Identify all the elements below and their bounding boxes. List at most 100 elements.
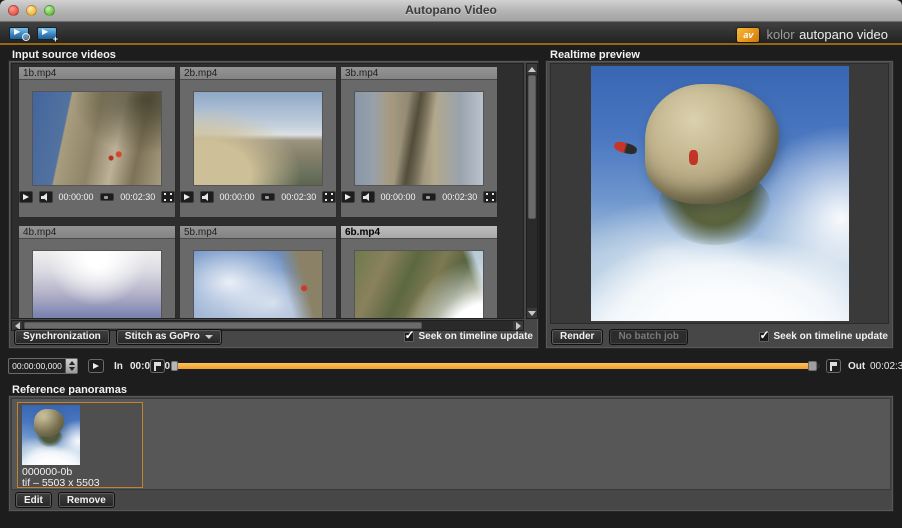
fullscreen-button[interactable] bbox=[322, 191, 336, 203]
set-in-point-button[interactable] bbox=[150, 359, 165, 373]
out-time: 00:02:30 bbox=[870, 361, 902, 372]
current-timecode: 00:00:00,000 bbox=[9, 359, 65, 373]
video-end-time: 00:02:30 bbox=[442, 192, 477, 202]
edit-button[interactable]: Edit bbox=[15, 492, 52, 508]
out-label: Out bbox=[848, 361, 865, 372]
input-source-panel: 1b.mp4 00:00:00 00:02:30 2b.mp4 00:0 bbox=[8, 60, 539, 349]
reference-thumbnail bbox=[22, 405, 80, 465]
seek-checkbox-label: Seek on timeline update bbox=[419, 331, 533, 342]
remove-button[interactable]: Remove bbox=[58, 492, 115, 508]
seek-mini-slider[interactable] bbox=[100, 193, 115, 201]
video-cell-3b[interactable]: 3b.mp4 00:00:00 00:02:30 bbox=[340, 66, 498, 218]
video-thumbnail bbox=[193, 91, 323, 186]
fullscreen-icon bbox=[164, 193, 172, 201]
play-icon bbox=[93, 363, 99, 369]
reference-info: tif – 5503 x 5503 bbox=[22, 477, 100, 489]
seek-checkbox[interactable] bbox=[404, 332, 414, 342]
video-cell-1b[interactable]: 1b.mp4 00:00:00 00:02:30 bbox=[18, 66, 176, 218]
add-videos-button[interactable] bbox=[35, 25, 59, 42]
video-name: 5b.mp4 bbox=[180, 226, 336, 239]
render-button[interactable]: Render bbox=[551, 329, 603, 345]
scroll-up-button[interactable] bbox=[527, 64, 537, 74]
stitch-as-gopro-button[interactable]: Stitch as GoPro bbox=[116, 329, 222, 345]
wingsuit-flyer bbox=[613, 140, 638, 156]
seek-on-timeline-checkbox-group[interactable]: Seek on timeline update bbox=[759, 331, 888, 342]
synchronization-button[interactable]: Synchronization bbox=[14, 329, 110, 345]
audio-button[interactable] bbox=[361, 191, 375, 203]
video-cell-4b[interactable]: 4b.mp4 bbox=[18, 225, 176, 319]
out-marker-icon bbox=[829, 362, 838, 371]
seek-on-timeline-checkbox-group[interactable]: Seek on timeline update bbox=[404, 331, 533, 342]
window-title: Autopano Video bbox=[0, 3, 902, 17]
play-button[interactable] bbox=[341, 191, 355, 203]
video-start-time: 00:00:00 bbox=[59, 192, 94, 202]
play-button[interactable] bbox=[19, 191, 33, 203]
play-icon bbox=[345, 194, 351, 200]
seek-mini-slider[interactable] bbox=[422, 193, 437, 201]
seek-checkbox[interactable] bbox=[759, 332, 769, 342]
step-up-icon bbox=[69, 361, 75, 365]
video-grid-viewport: 1b.mp4 00:00:00 00:02:30 2b.mp4 00:0 bbox=[11, 63, 524, 319]
audio-button[interactable] bbox=[39, 191, 53, 203]
fullscreen-icon bbox=[486, 193, 494, 201]
in-marker-icon bbox=[153, 362, 162, 371]
no-batch-job-label: No batch job bbox=[618, 331, 679, 342]
video-end-time: 00:02:30 bbox=[120, 192, 155, 202]
preview-view[interactable] bbox=[550, 63, 889, 324]
logo-brand-text: kolor bbox=[766, 27, 794, 42]
timeline-playhead[interactable] bbox=[171, 361, 178, 371]
synchronization-label: Synchronization bbox=[23, 331, 101, 342]
play-button[interactable] bbox=[180, 191, 194, 203]
step-down-icon bbox=[69, 367, 75, 371]
reference-list[interactable]: 000000-0b tif – 5503 x 5503 bbox=[11, 398, 891, 490]
video-cell-6b[interactable]: 6b.mp4 bbox=[340, 225, 498, 319]
video-name: 4b.mp4 bbox=[19, 226, 175, 239]
speaker-icon bbox=[202, 193, 211, 201]
video-thumbnail bbox=[354, 91, 484, 186]
edit-label: Edit bbox=[24, 495, 43, 506]
timecode-spinbox[interactable]: 00:00:00,000 bbox=[8, 358, 78, 374]
stitched-panorama-preview bbox=[591, 66, 849, 321]
realtime-preview-panel: Render No batch job Seek on timeline upd… bbox=[545, 60, 894, 349]
video-cell-2b[interactable]: 2b.mp4 00:00:00 00:02:30 bbox=[179, 66, 337, 218]
video-name: 2b.mp4 bbox=[180, 67, 336, 80]
timeline-play-button[interactable] bbox=[88, 359, 104, 373]
timeline-bar: 00:00:00,000 In 00:00:00 Out 00:02:30 bbox=[0, 355, 902, 379]
scroll-down-button[interactable] bbox=[527, 308, 537, 318]
timeline-out-handle[interactable] bbox=[808, 361, 817, 371]
play-icon bbox=[184, 194, 190, 200]
vertical-scrollbar[interactable] bbox=[526, 63, 538, 319]
titlebar[interactable]: Autopano Video bbox=[0, 0, 902, 22]
toolbar: av kolor autopano video bbox=[0, 22, 902, 45]
stitch-label: Stitch as GoPro bbox=[125, 331, 200, 342]
seek-mini-slider[interactable] bbox=[261, 193, 276, 201]
video-start-time: 00:00:00 bbox=[381, 192, 416, 202]
video-name: 1b.mp4 bbox=[19, 67, 175, 80]
video-add-icon bbox=[37, 27, 57, 40]
reference-item-selected[interactable]: 000000-0b tif – 5503 x 5503 bbox=[17, 402, 143, 488]
video-cell-5b[interactable]: 5b.mp4 bbox=[179, 225, 337, 319]
timeline-range-fill bbox=[172, 363, 812, 369]
dropdown-arrow-icon bbox=[205, 335, 213, 339]
timecode-stepper[interactable] bbox=[65, 359, 77, 373]
set-out-point-button[interactable] bbox=[826, 359, 841, 373]
seek-checkbox-label: Seek on timeline update bbox=[774, 331, 888, 342]
audio-button[interactable] bbox=[200, 191, 214, 203]
arrow-down-icon bbox=[528, 311, 536, 316]
video-end-time: 00:02:30 bbox=[281, 192, 316, 202]
vertical-scroll-thumb[interactable] bbox=[528, 75, 536, 219]
logo-product-text: autopano video bbox=[799, 27, 888, 42]
video-search-icon bbox=[9, 27, 29, 40]
timeline-track[interactable] bbox=[172, 363, 820, 369]
app-logo: av kolor autopano video bbox=[737, 26, 888, 44]
play-icon bbox=[23, 194, 29, 200]
climber-figure bbox=[689, 150, 698, 165]
open-videos-button[interactable] bbox=[7, 25, 31, 42]
video-thumbnail bbox=[193, 250, 323, 319]
video-start-time: 00:00:00 bbox=[220, 192, 255, 202]
fullscreen-button[interactable] bbox=[161, 191, 175, 203]
remove-label: Remove bbox=[67, 495, 106, 506]
video-thumbnail bbox=[32, 250, 162, 319]
fullscreen-button[interactable] bbox=[483, 191, 497, 203]
video-thumbnail bbox=[32, 91, 162, 186]
